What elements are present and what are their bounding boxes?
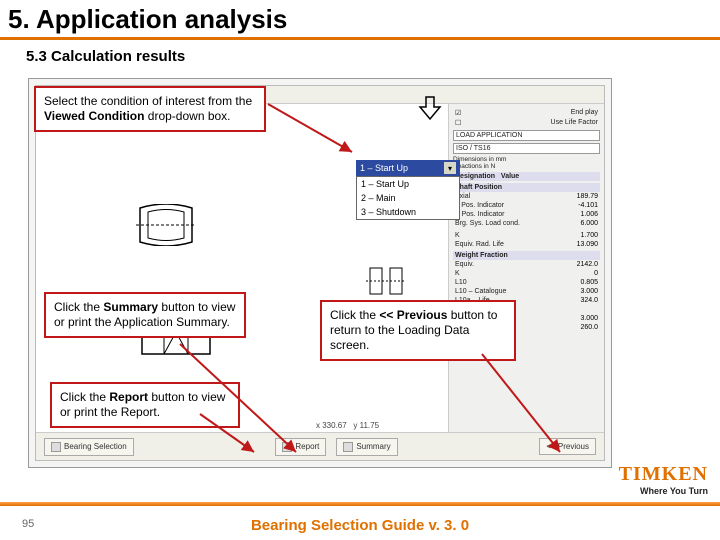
bearing-selection-button[interactable]: Bearing Selection bbox=[44, 438, 134, 456]
down-arrow-icon bbox=[416, 95, 444, 121]
logo-word: TIMKEN bbox=[619, 463, 708, 486]
logo-tagline: Where You Turn bbox=[619, 486, 708, 496]
status-y: y 11.75 bbox=[353, 421, 379, 430]
dropdown-selected[interactable]: 1 – Start Up ▾ bbox=[356, 160, 460, 176]
chk-life-label: Use Life Factor bbox=[551, 119, 598, 127]
result-row: L10 – Catalogue3.000 bbox=[453, 287, 600, 296]
footer-divider bbox=[0, 502, 720, 506]
section-weight-fraction: Weight Fraction bbox=[453, 251, 600, 260]
result-row: Equiv.2142.0 bbox=[453, 260, 600, 269]
slide-subtitle: 5.3 Calculation results bbox=[0, 40, 720, 71]
title-text: Application analysis bbox=[30, 4, 288, 34]
result-row: K1.700 bbox=[453, 231, 600, 240]
dropdown-item[interactable]: 2 – Main bbox=[357, 191, 459, 205]
result-row: K0 bbox=[453, 269, 600, 278]
chevron-down-icon: ▾ bbox=[444, 162, 456, 174]
bearing-drawing-a bbox=[136, 204, 196, 246]
button-bar: Bearing Selection Report Summary << Prev… bbox=[36, 432, 604, 460]
footer-title: Bearing Selection Guide v. 3. 0 bbox=[0, 517, 720, 534]
viewed-condition-dropdown[interactable]: 1 – Start Up ▾ 1 – Start Up 2 – Main 3 –… bbox=[356, 160, 460, 220]
callout-text: Click the bbox=[330, 308, 379, 322]
slide-title: 5. Application analysis bbox=[8, 4, 287, 34]
col-designation: Designation bbox=[455, 173, 495, 180]
callout-bold: << Previous bbox=[379, 308, 447, 322]
callout-bold: Report bbox=[109, 390, 148, 404]
callout-text: Click the bbox=[60, 390, 109, 404]
btn-label: << Previous bbox=[546, 442, 589, 451]
dropdown-item[interactable]: 1 – Start Up bbox=[357, 177, 459, 191]
callout-text: Click the bbox=[54, 300, 103, 314]
btn-label: Summary bbox=[356, 442, 390, 451]
callout-summary: Click the Summary button to view or prin… bbox=[44, 292, 246, 338]
status-x: x 330.67 bbox=[316, 421, 347, 430]
result-row: Axial189.79 bbox=[453, 192, 600, 201]
bearing-icon bbox=[51, 442, 61, 452]
section-shaft-position: Shaft Position bbox=[453, 183, 600, 192]
result-row: A Pos. Indicator-4.101 bbox=[453, 201, 600, 210]
callout-previous: Click the << Previous button to return t… bbox=[320, 300, 516, 361]
callout-bold: Viewed Condition bbox=[44, 109, 144, 123]
brand-logo: TIMKEN Where You Turn bbox=[619, 463, 708, 496]
bearing-drawing-c bbox=[366, 264, 406, 298]
status-coords: x 330.67 y 11.75 bbox=[316, 421, 379, 430]
title-number: 5. bbox=[8, 4, 30, 34]
btn-label: Bearing Selection bbox=[64, 442, 127, 451]
dropdown-list: 1 – Start Up 2 – Main 3 – Shutdown bbox=[356, 176, 460, 220]
callout-text: drop-down box. bbox=[144, 109, 230, 123]
report-icon bbox=[282, 442, 292, 452]
callout-report: Click the Report button to view or print… bbox=[50, 382, 240, 428]
result-row: B Pos. Indicator1.006 bbox=[453, 210, 600, 219]
btn-label: Report bbox=[295, 442, 319, 451]
panel-select-2[interactable]: ISO / TS16 bbox=[453, 143, 600, 154]
panel-note: Dimensions in mm Reactions in N bbox=[453, 156, 600, 170]
summary-icon bbox=[343, 442, 353, 452]
results-panel: ☑End play ☐Use Life Factor LOAD APPLICAT… bbox=[448, 104, 604, 432]
dropdown-selected-label: 1 – Start Up bbox=[360, 163, 408, 173]
dropdown-item[interactable]: 3 – Shutdown bbox=[357, 205, 459, 219]
result-row: Brg. Sys. Load cond.6.000 bbox=[453, 219, 600, 228]
col-value: Value bbox=[501, 173, 519, 180]
callout-viewed-condition: Select the condition of interest from th… bbox=[34, 86, 266, 132]
panel-select-1[interactable]: LOAD APPLICATION bbox=[453, 130, 600, 141]
callout-text: Select the condition of interest from th… bbox=[44, 94, 252, 108]
callout-bold: Summary bbox=[103, 300, 158, 314]
report-button[interactable]: Report bbox=[275, 438, 326, 456]
slide-title-bar: 5. Application analysis bbox=[0, 0, 720, 40]
result-row: Equiv. Rad. Life13.090 bbox=[453, 240, 600, 249]
result-row: L100.805 bbox=[453, 278, 600, 287]
summary-button[interactable]: Summary bbox=[336, 438, 397, 456]
chk-endplay-label: End play bbox=[571, 109, 598, 117]
previous-button[interactable]: << Previous bbox=[539, 438, 596, 455]
